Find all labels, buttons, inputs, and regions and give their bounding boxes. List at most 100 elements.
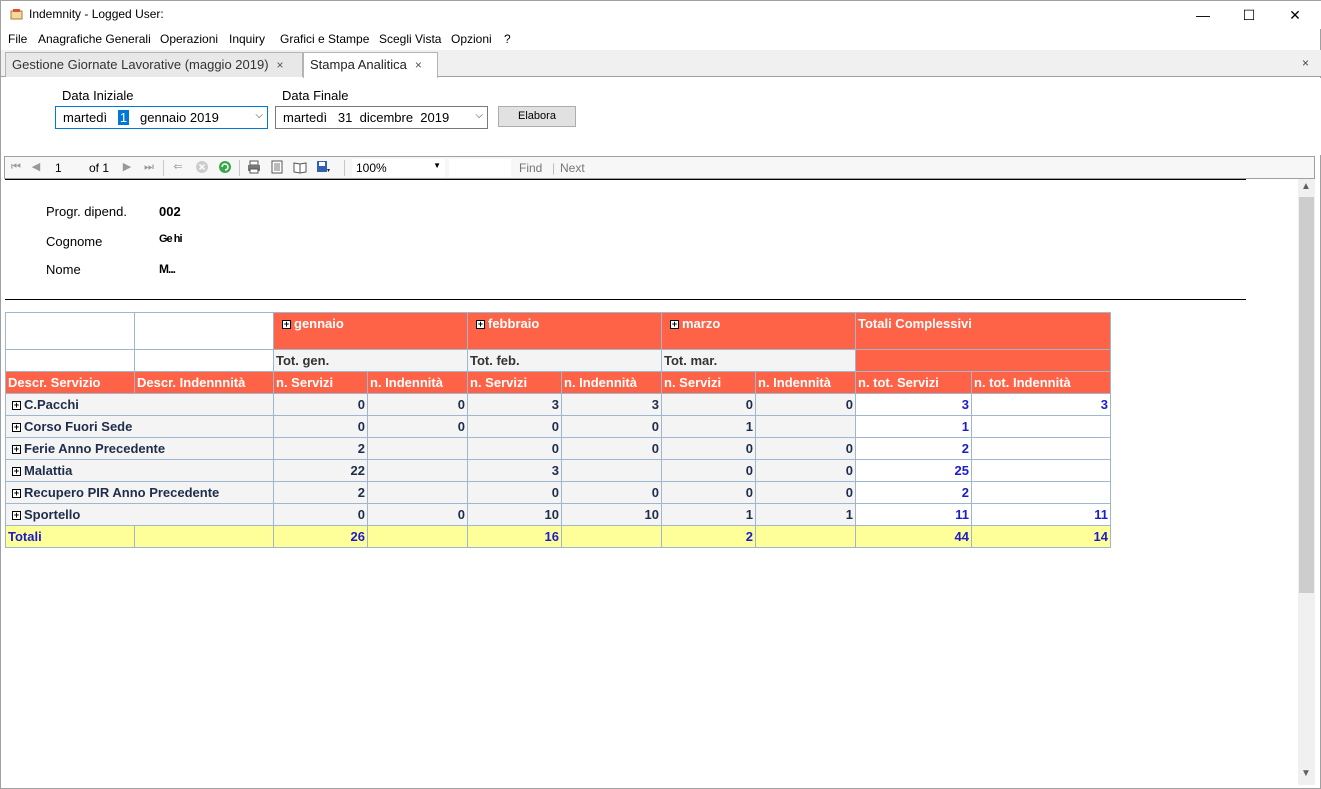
close-button[interactable]: ✕ <box>1272 1 1318 29</box>
menu-scegli-vista[interactable]: Scegli Vista <box>379 32 441 46</box>
value-cell: 0 <box>367 503 468 526</box>
column-header: Descr. Servizio <box>5 371 135 394</box>
value-cell: 10 <box>561 503 662 526</box>
chevron-down-icon[interactable]: ⌵ <box>255 110 263 121</box>
end-date-picker[interactable]: martedì 31 dicembre 2019 ⌵ <box>275 106 488 129</box>
menu-help[interactable]: ? <box>504 32 511 46</box>
elabora-button[interactable]: Elabora <box>498 106 576 127</box>
grand-total-cell: 3 <box>971 393 1111 416</box>
close-all-tabs-icon[interactable]: × <box>1302 56 1309 70</box>
find-input[interactable] <box>449 159 511 177</box>
grand-total-cell: 2 <box>855 481 972 504</box>
grand-total-cell: 11 <box>971 503 1111 526</box>
export-icon[interactable] <box>316 160 330 174</box>
menu-opzioni[interactable]: Opzioni <box>451 32 492 46</box>
table-row: + Ferie Anno Precedente 2 0 0 0 0 2 <box>5 437 1111 460</box>
page-number-input[interactable]: 1 <box>55 161 62 175</box>
report-toolbar: ⏮ ◀ 1 of 1 ▶ ⏭ ⇐ 100% ▼ Find | Next <box>4 156 1315 179</box>
column-header: n. Indennità <box>755 371 856 394</box>
start-date-day[interactable]: 1 <box>117 110 130 125</box>
expand-plus-icon[interactable]: + <box>12 489 21 498</box>
prog-dipend-label: Progr. dipend. <box>46 204 127 219</box>
find-next-button[interactable]: Next <box>560 161 585 175</box>
maximize-button[interactable]: ☐ <box>1226 1 1272 29</box>
last-page-icon[interactable]: ⏭ <box>142 160 156 174</box>
vertical-scrollbar[interactable]: ▲ ▼ <box>1298 179 1315 785</box>
expand-plus-icon[interactable]: + <box>12 401 21 410</box>
start-date-label: Data Iniziale <box>62 88 134 103</box>
value-cell: 0 <box>755 437 856 460</box>
column-header: n. Servizi <box>661 371 756 394</box>
grand-total-cell <box>971 459 1111 482</box>
start-date-picker[interactable]: martedì 1 gennaio 2019 ⌵ <box>55 106 268 129</box>
service-name-cell[interactable]: + C.Pacchi <box>5 393 274 416</box>
expand-plus-icon[interactable]: + <box>12 511 21 520</box>
service-name-cell[interactable]: + Corso Fuori Sede <box>5 415 274 438</box>
tab-close-icon[interactable]: × <box>415 58 422 72</box>
service-name-cell[interactable]: + Sportello <box>5 503 274 526</box>
value-cell: 1 <box>661 415 756 438</box>
back-icon[interactable]: ⇐ <box>171 160 185 174</box>
menu-file[interactable]: File <box>8 32 27 46</box>
expand-plus-icon[interactable]: + <box>12 445 21 454</box>
grand-total-cell: 25 <box>855 459 972 482</box>
app-icon <box>10 9 23 20</box>
table-row: + Recupero PIR Anno Precedente 2 0 0 0 0 2 <box>5 481 1111 504</box>
menu-inquiry[interactable]: Inquiry <box>229 32 265 46</box>
find-button[interactable]: Find <box>519 161 542 175</box>
expand-plus-icon[interactable]: + <box>282 320 291 329</box>
window-title: Indemnity - Logged User: <box>29 7 164 21</box>
print-layout-icon[interactable] <box>270 160 284 174</box>
grand-total-cell: 3 <box>855 393 972 416</box>
totals-row: Totali 26 16 2 44 14 <box>5 525 1111 548</box>
menu-anagrafiche[interactable]: Anagrafiche Generali <box>38 32 151 46</box>
first-page-icon[interactable]: ⏮ <box>9 160 23 174</box>
expand-plus-icon[interactable]: + <box>476 320 485 329</box>
expand-plus-icon[interactable]: + <box>12 423 21 432</box>
table-row: + Sportello 0 0 10 10 1 1 11 11 <box>5 503 1111 526</box>
start-date-weekday: martedì <box>63 110 108 125</box>
expand-plus-icon[interactable]: + <box>12 467 21 476</box>
menu-operazioni[interactable]: Operazioni <box>160 32 218 46</box>
month-header-marzo[interactable]: + marzo <box>661 312 856 350</box>
service-name: Recupero PIR Anno Precedente <box>24 485 220 500</box>
month-header-febbraio[interactable]: + febbraio <box>467 312 662 350</box>
tab-label: Gestione Giornate Lavorative (maggio 201… <box>12 57 269 72</box>
grand-total-cell: 1 <box>855 415 972 438</box>
chevron-down-icon[interactable]: ⌵ <box>475 110 483 121</box>
value-cell: 22 <box>273 459 368 482</box>
pivot-table: + gennaio + febbraio + marzo Totali Comples… <box>5 312 1111 548</box>
menu-grafici[interactable]: Grafici e Stampe <box>280 32 369 46</box>
next-page-icon[interactable]: ▶ <box>120 160 134 174</box>
menu-bar: File Anagrafiche Generali Operazioni Inq… <box>1 30 1321 49</box>
service-name-cell[interactable]: + Ferie Anno Precedente <box>5 437 274 460</box>
tab-gestione-giornate[interactable]: Gestione Giornate Lavorative (maggio 201… <box>5 52 303 77</box>
scroll-down-icon[interactable]: ▼ <box>1301 768 1311 779</box>
tab-stampa-analitica[interactable]: Stampa Analitica × <box>303 52 438 78</box>
service-name-cell[interactable]: + Malattia <box>5 459 274 482</box>
expand-plus-icon[interactable]: + <box>670 320 679 329</box>
total-value-cell <box>367 525 468 548</box>
tab-close-icon[interactable]: × <box>277 58 284 72</box>
scroll-thumb[interactable] <box>1299 197 1314 593</box>
pivot-corner <box>5 349 135 372</box>
report-divider-rule <box>5 299 1246 300</box>
value-cell: 1 <box>661 503 756 526</box>
value-cell: 0 <box>367 415 468 438</box>
stop-icon[interactable] <box>195 160 209 174</box>
value-cell: 3 <box>467 393 562 416</box>
report-top-rule <box>5 179 1246 180</box>
toolbar-divider <box>239 160 240 176</box>
print-icon[interactable] <box>247 160 261 174</box>
page-setup-icon[interactable] <box>293 160 307 174</box>
zoom-select[interactable]: 100% ▼ <box>352 159 445 177</box>
previous-page-icon[interactable]: ◀ <box>29 160 43 174</box>
refresh-icon[interactable] <box>218 160 232 174</box>
month-header-gennaio[interactable]: + gennaio <box>273 312 468 350</box>
scroll-up-icon[interactable]: ▲ <box>1301 181 1311 192</box>
minimize-button[interactable]: — <box>1180 1 1226 29</box>
total-value-cell: 16 <box>467 525 562 548</box>
totali-subheader <box>855 349 1111 372</box>
service-name-cell[interactable]: + Recupero PIR Anno Precedente <box>5 481 274 504</box>
zoom-value: 100% <box>356 161 387 175</box>
